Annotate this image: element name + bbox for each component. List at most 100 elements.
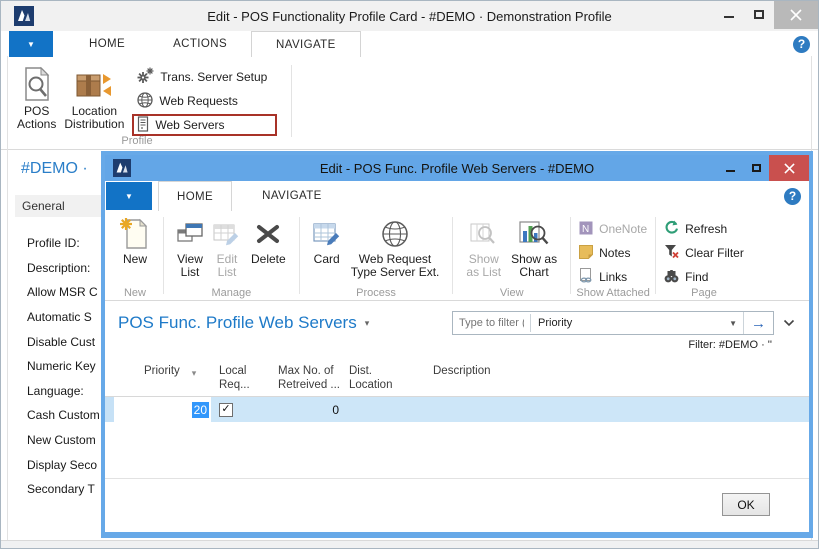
application-menu-button[interactable]: ▼ — [106, 182, 152, 210]
web-servers-window: Edit - POS Func. Profile Web Servers - #… — [101, 151, 813, 538]
delete-button[interactable]: Delete — [246, 214, 291, 267]
location-distribution-button[interactable]: Location Distribution — [60, 61, 128, 133]
application-menu-button[interactable]: ▼ — [9, 31, 53, 57]
cell-local-req: ✓ — [211, 402, 261, 417]
field-label: Display Seco — [27, 457, 98, 472]
column-header-local-req[interactable]: Local Req... — [211, 364, 261, 392]
group-label-process: Process — [356, 287, 396, 299]
maximize-button[interactable] — [744, 1, 774, 27]
svg-text:N: N — [582, 224, 589, 235]
page-title-caret-icon[interactable]: ▾ — [365, 318, 370, 329]
close-button[interactable] — [774, 1, 818, 29]
links-button[interactable]: Links — [579, 265, 647, 289]
group-label-page: Page — [691, 287, 717, 299]
filter-column-select[interactable]: Priority ▼ — [531, 312, 743, 334]
fasttab-general[interactable]: General — [15, 195, 101, 217]
tab-home[interactable]: HOME — [65, 31, 149, 57]
refresh-button[interactable]: Refresh — [664, 217, 744, 241]
collapse-filter-pane-button[interactable] — [783, 319, 795, 327]
cell-max-no-retrieved[interactable]: 0 — [261, 403, 345, 417]
note-icon — [579, 244, 594, 262]
minimize-button[interactable] — [717, 155, 743, 181]
trans-server-setup-button[interactable]: Trans. Server Setup — [132, 66, 277, 88]
tab-actions[interactable]: ACTIONS — [149, 31, 251, 57]
show-as-list-button[interactable]: Show as List — [461, 214, 506, 280]
filter-input[interactable] — [453, 312, 530, 334]
column-header-max-no-retreived[interactable]: Max No. of Retreived ... — [261, 364, 345, 392]
edit-list-button[interactable]: Edit List — [208, 214, 246, 280]
find-button[interactable]: Find — [664, 265, 744, 289]
onenote-button[interactable]: N OneNote — [579, 217, 647, 241]
apply-filter-button[interactable]: → — [743, 312, 773, 334]
caret-down-icon: ▼ — [27, 39, 35, 49]
box-distribution-icon — [76, 63, 112, 105]
cell-priority[interactable]: 20 — [114, 397, 211, 422]
child-ribbon: New New View List Edit List Delete Manag… — [105, 211, 809, 301]
web-request-type-server-ext-button[interactable]: Web Request Type Server Ext. — [346, 214, 445, 280]
field-label: Disable Cust — [27, 334, 96, 349]
notes-button[interactable]: Notes — [579, 241, 647, 265]
field-label: Profile ID: — [27, 236, 80, 251]
ok-button[interactable]: OK — [722, 493, 770, 516]
child-tabbar: ▼ HOME NAVIGATE ? — [105, 181, 809, 211]
child-content: POS Func. Profile Web Servers ▾ Priority… — [105, 301, 809, 532]
field-label-list: Profile ID: Description: Allow MSR C Aut… — [27, 231, 103, 502]
tab-home[interactable]: HOME — [158, 181, 233, 211]
maximize-icon — [751, 164, 761, 172]
chevron-down-icon — [783, 319, 795, 327]
refresh-label: Refresh — [685, 222, 728, 236]
web-request-type-server-ext-label: Web Request Type Server Ext. — [350, 252, 440, 279]
ribbon-group-view: Show as List Show as Chart View — [455, 211, 568, 300]
column-header-description[interactable]: Description — [431, 364, 651, 378]
web-requests-button[interactable]: Web Requests — [132, 90, 277, 112]
clear-filter-button[interactable]: Clear Filter — [664, 241, 744, 265]
refresh-icon — [664, 220, 679, 238]
help-button[interactable]: ? — [784, 187, 801, 205]
trans-server-setup-label: Trans. Server Setup — [160, 70, 268, 84]
nav-logo-icon — [14, 6, 34, 26]
close-button[interactable] — [769, 155, 809, 181]
field-label: Allow MSR C — [27, 285, 98, 300]
row-selector[interactable] — [105, 397, 114, 422]
window-frame-left — [7, 56, 8, 540]
onenote-icon: N — [579, 221, 593, 238]
find-label: Find — [685, 270, 709, 284]
delete-label: Delete — [251, 252, 286, 266]
child-window-controls — [717, 155, 809, 181]
maximize-button[interactable] — [743, 155, 769, 181]
tab-navigate[interactable]: NAVIGATE — [244, 181, 340, 211]
local-req-checkbox[interactable]: ✓ — [219, 402, 233, 417]
edit-list-label: Edit List — [216, 252, 238, 279]
card-button[interactable]: Card — [308, 214, 346, 267]
new-button[interactable]: New — [115, 214, 155, 267]
group-label-new: New — [123, 287, 146, 299]
ribbon-group-profile: Profile — [121, 135, 153, 147]
web-servers-button[interactable]: Web Servers — [132, 114, 278, 136]
show-as-chart-button[interactable]: Show as Chart — [506, 214, 562, 280]
page-title[interactable]: POS Func. Profile Web Servers — [118, 313, 357, 333]
card-table-icon — [313, 215, 341, 253]
table-row[interactable]: 20 ✓ 0 — [105, 397, 809, 422]
go-arrow-icon: → — [751, 314, 766, 332]
ribbon-divider — [655, 217, 657, 294]
field-label: Automatic S — [27, 310, 92, 325]
ribbon-group-show-attached: N OneNote Notes Links Show Attached — [573, 211, 653, 300]
child-window-title: Edit - POS Func. Profile Web Servers - #… — [319, 160, 595, 176]
group-label-manage: Manage — [211, 287, 252, 299]
pos-actions-label: POS Actions — [17, 104, 57, 131]
links-label: Links — [599, 270, 628, 284]
minimize-button[interactable] — [714, 1, 744, 27]
ribbon-divider — [298, 217, 300, 294]
pos-actions-button[interactable]: POS Actions — [13, 61, 60, 133]
help-button[interactable]: ? — [793, 35, 810, 53]
outer-window-controls — [714, 1, 818, 31]
new-label: New — [122, 252, 147, 266]
column-header-dist-location[interactable]: Dist. Location — [345, 364, 431, 392]
view-list-button[interactable]: View List — [172, 214, 208, 280]
tab-navigate[interactable]: NAVIGATE — [251, 31, 361, 57]
column-header-priority[interactable]: Priority ▾ — [114, 364, 211, 380]
ribbon-group-page: Refresh Clear Filter Find Page — [658, 211, 750, 300]
web-servers-label: Web Servers — [155, 118, 225, 132]
web-requests-label: Web Requests — [159, 94, 238, 108]
outer-tabbar: ▼ HOME ACTIONS NAVIGATE ? — [1, 31, 818, 57]
